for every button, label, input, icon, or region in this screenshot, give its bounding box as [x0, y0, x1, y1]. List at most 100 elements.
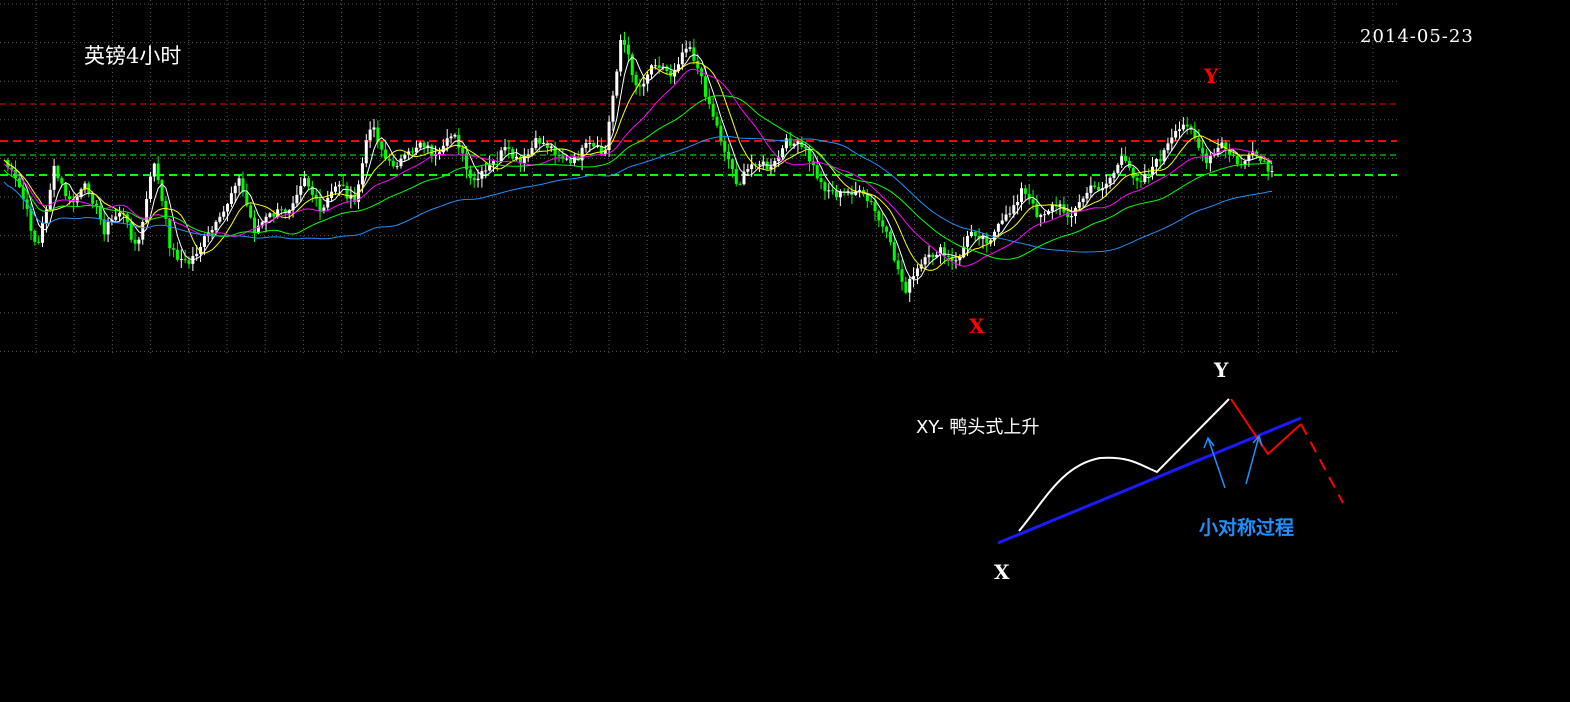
candle-body	[179, 259, 183, 261]
candle-body	[403, 154, 407, 159]
candle-body	[148, 176, 152, 200]
marker-x-top: X	[969, 314, 985, 338]
candle-body	[1077, 202, 1081, 208]
candle-body	[642, 83, 646, 87]
candle-body	[834, 190, 838, 198]
candle-body	[877, 211, 881, 221]
candle-body	[1154, 159, 1158, 167]
candle-body	[295, 194, 299, 204]
ma-line-blue	[3, 135, 1273, 253]
candle-body	[1093, 185, 1097, 188]
candle-body	[1139, 180, 1143, 183]
candle-body	[503, 147, 507, 151]
candle-body	[322, 207, 326, 211]
candle-body	[106, 222, 110, 235]
candle-body	[445, 138, 449, 146]
candle-body	[819, 178, 823, 183]
candle-body	[1019, 188, 1023, 203]
candle-body	[611, 95, 615, 122]
candle-body	[565, 158, 569, 160]
candle-body	[1208, 155, 1212, 164]
candle-body	[272, 213, 276, 217]
candle-body	[202, 236, 206, 247]
candle-body	[584, 143, 588, 148]
candle-body	[781, 148, 785, 158]
candle-body	[133, 239, 137, 244]
candle-body	[696, 60, 700, 69]
candle-body	[476, 178, 480, 181]
candle-body	[873, 202, 877, 212]
candle-body	[954, 260, 958, 262]
candle-body	[380, 142, 384, 150]
chart-title: 英镑4小时	[84, 44, 182, 68]
candle-body	[1000, 220, 1004, 224]
candle-body	[168, 218, 172, 249]
candle-body	[723, 140, 727, 152]
candle-body	[1081, 198, 1085, 203]
candle-body	[1120, 156, 1124, 165]
candle-body	[422, 142, 426, 148]
candle-body	[1012, 205, 1016, 214]
candle-body	[345, 185, 349, 199]
candle-body	[542, 142, 546, 144]
candle-body	[1231, 154, 1235, 156]
candle-body	[229, 193, 233, 204]
grid	[0, 0, 1397, 353]
candle-body	[626, 44, 630, 55]
candle-body	[68, 196, 72, 200]
candle-body	[210, 230, 214, 233]
candle-body	[569, 158, 573, 163]
candle-body	[303, 178, 307, 187]
candle-body	[387, 158, 391, 161]
candle-body	[904, 281, 908, 293]
candle-body	[91, 193, 95, 204]
candle-body	[411, 151, 415, 153]
candle-body	[60, 178, 64, 184]
candle-body	[638, 85, 642, 87]
candle-body	[534, 138, 538, 148]
candle-body	[1085, 192, 1089, 199]
candle-body	[418, 142, 422, 148]
candle-body	[507, 147, 511, 149]
candle-body	[592, 142, 596, 147]
candle-body	[823, 182, 827, 192]
candle-body	[1143, 173, 1147, 183]
candle-body	[1262, 160, 1266, 162]
candle-body	[815, 165, 819, 179]
candle-body	[1162, 150, 1166, 162]
candle-body	[538, 138, 542, 144]
candle-body	[915, 268, 919, 277]
candle-body	[187, 260, 191, 264]
candle-body	[1089, 185, 1093, 193]
candle-body	[299, 186, 303, 195]
pattern-label: XY- 鸭头式上升	[916, 417, 1040, 438]
ma-line-magenta	[3, 68, 1273, 267]
candle-body	[1131, 167, 1135, 178]
ma-line-white	[3, 54, 1273, 281]
diagram-red-dashed	[1300, 423, 1344, 504]
candle-body	[881, 220, 885, 227]
candle-body	[1147, 173, 1151, 175]
candle-body	[48, 189, 52, 210]
candle-body	[183, 259, 187, 261]
candle-body	[222, 211, 226, 217]
candle-body	[391, 160, 395, 167]
candle-body	[1235, 155, 1239, 165]
candle-body	[318, 198, 322, 211]
candle-body	[461, 147, 465, 154]
candle-body	[761, 161, 765, 165]
candle-body	[572, 157, 576, 163]
candle-body	[1270, 170, 1274, 172]
candle-body	[896, 260, 900, 270]
candle-body	[64, 183, 68, 197]
candle-body	[94, 203, 98, 206]
candle-body	[900, 269, 904, 282]
candle-body	[368, 129, 372, 141]
candle-body	[927, 254, 931, 258]
candle-body	[384, 149, 388, 159]
candle-body	[341, 184, 345, 186]
candle-body	[1112, 172, 1116, 178]
candle-body	[946, 255, 950, 257]
candle-body	[137, 239, 141, 244]
candle-body	[831, 190, 835, 192]
